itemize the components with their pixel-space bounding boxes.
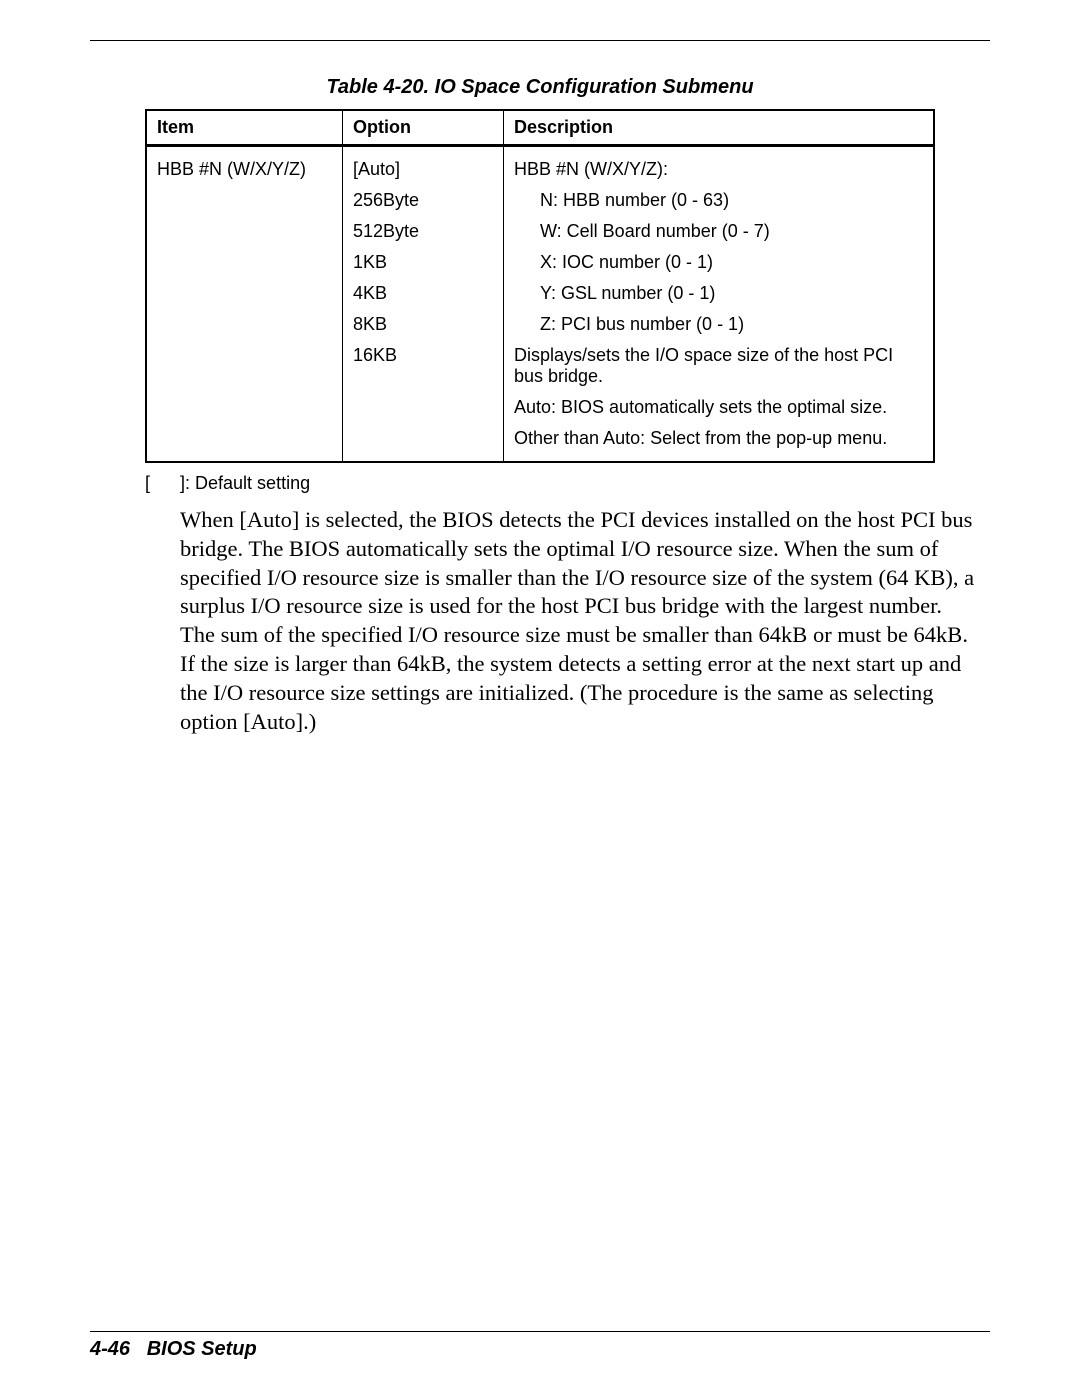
desc-line: X: IOC number (0 - 1): [514, 252, 713, 273]
body-paragraph: When [Auto] is selected, the BIOS detect…: [180, 506, 980, 736]
table-caption: Table 4-20. IO Space Configuration Subme…: [90, 76, 990, 99]
footer-rule: [90, 1331, 990, 1332]
default-note-text: ]: Default setting: [180, 473, 310, 493]
footer-text: 4-46 BIOS Setup: [90, 1338, 990, 1361]
config-table: Item Option Description HBB #N (W/X/Y/Z)…: [145, 109, 935, 463]
cell-desc: Displays/sets the I/O space size of the …: [504, 339, 935, 391]
desc-line: Z: PCI bus number (0 - 1): [514, 314, 744, 335]
cell-option: 1KB: [343, 246, 504, 277]
section-title: BIOS Setup: [147, 1338, 257, 1360]
cell-option: [Auto]: [343, 146, 504, 185]
cell-option: 4KB: [343, 277, 504, 308]
cell-desc: W: Cell Board number (0 - 7): [504, 215, 935, 246]
page: Table 4-20. IO Space Configuration Subme…: [0, 0, 1080, 1397]
col-option: Option: [343, 110, 504, 146]
table-header-row: Item Option Description: [146, 110, 934, 146]
table-row: HBB #N (W/X/Y/Z) [Auto] HBB #N (W/X/Y/Z)…: [146, 146, 934, 185]
cell-option: 512Byte: [343, 215, 504, 246]
table-row: 16KB Displays/sets the I/O space size of…: [146, 339, 934, 391]
col-description: Description: [504, 110, 935, 146]
desc-line: N: HBB number (0 - 63): [514, 190, 729, 211]
cell-desc: Z: PCI bus number (0 - 1): [504, 308, 935, 339]
cell-option: 16KB: [343, 339, 504, 391]
cell-option: 8KB: [343, 308, 504, 339]
cell-desc: HBB #N (W/X/Y/Z):: [504, 146, 935, 185]
cell-item: HBB #N (W/X/Y/Z): [146, 146, 343, 185]
table-row: Other than Auto: Select from the pop-up …: [146, 422, 934, 462]
cell-desc: N: HBB number (0 - 63): [504, 184, 935, 215]
desc-line: W: Cell Board number (0 - 7): [514, 221, 770, 242]
cell-option: 256Byte: [343, 184, 504, 215]
top-rule: [90, 40, 990, 41]
table-row: 1KB X: IOC number (0 - 1): [146, 246, 934, 277]
desc-line: Y: GSL number (0 - 1): [514, 283, 715, 304]
table-row: 256Byte N: HBB number (0 - 63): [146, 184, 934, 215]
cell-desc: Other than Auto: Select from the pop-up …: [504, 422, 935, 462]
table-row: 4KB Y: GSL number (0 - 1): [146, 277, 934, 308]
bracket-left: [: [145, 473, 150, 493]
cell-desc: X: IOC number (0 - 1): [504, 246, 935, 277]
col-item: Item: [146, 110, 343, 146]
table-row: 8KB Z: PCI bus number (0 - 1): [146, 308, 934, 339]
page-footer: 4-46 BIOS Setup: [90, 1331, 990, 1361]
cell-desc: Auto: BIOS automatically sets the optima…: [504, 391, 935, 422]
table-row: 512Byte W: Cell Board number (0 - 7): [146, 215, 934, 246]
table-row: Auto: BIOS automatically sets the optima…: [146, 391, 934, 422]
default-setting-note: [ ]: Default setting: [145, 473, 990, 494]
cell-desc: Y: GSL number (0 - 1): [504, 277, 935, 308]
page-number: 4-46: [90, 1338, 130, 1360]
